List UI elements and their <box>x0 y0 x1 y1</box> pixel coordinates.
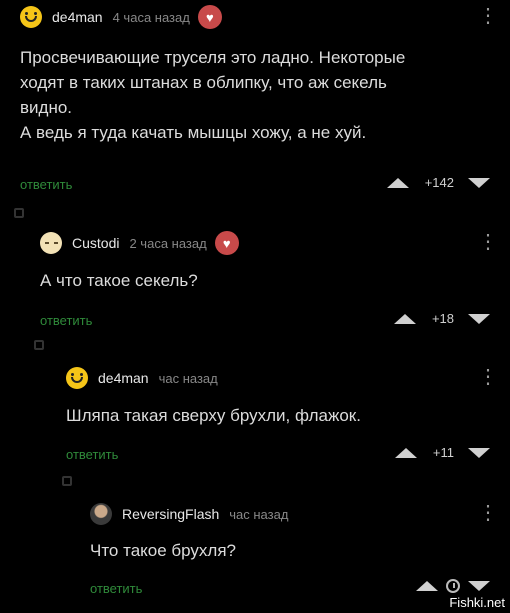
more-menu-icon[interactable]: ⋮ <box>478 232 498 252</box>
username[interactable]: de4man <box>52 9 103 25</box>
score: +18 <box>431 311 454 326</box>
avatar[interactable] <box>90 503 112 525</box>
comment-3: de4man час назад ⋮ Шляпа такая сверху бр… <box>66 363 498 463</box>
thread-collapse-icon[interactable] <box>34 340 44 350</box>
timestamp: час назад <box>158 370 218 386</box>
downvote-icon[interactable] <box>468 581 490 591</box>
comment-header: de4man час назад <box>66 363 218 393</box>
timestamp: час назад <box>229 506 289 522</box>
upvote-icon[interactable] <box>394 447 417 458</box>
comment-text: А что такое секель? <box>40 268 198 293</box>
clock-icon <box>446 579 460 593</box>
vote-controls <box>416 579 490 593</box>
text-line: Что такое брухля? <box>90 541 236 560</box>
text-line: Шляпа такая сверху брухли, флажок. <box>66 406 361 425</box>
more-menu-icon[interactable]: ⋮ <box>478 367 498 387</box>
downvote-icon[interactable] <box>468 313 490 324</box>
username[interactable]: de4man <box>98 370 149 386</box>
text-line: видно. <box>20 98 73 117</box>
score: +142 <box>424 175 454 190</box>
upvote-icon[interactable] <box>416 581 438 591</box>
text-line: Просвечивающие труселя это ладно. Некото… <box>20 48 406 67</box>
upvote-icon[interactable] <box>393 313 416 324</box>
avatar[interactable] <box>66 367 88 389</box>
thread-collapse-icon[interactable] <box>62 476 72 486</box>
comment-header: Custodi 2 часа назад ♥ <box>40 228 239 258</box>
comment-header: ReversingFlash час назад <box>90 499 288 529</box>
vote-controls: +18 <box>393 311 490 326</box>
award-badge-icon: ♥ <box>197 5 222 29</box>
avatar[interactable] <box>40 232 62 254</box>
thread-collapse-icon[interactable] <box>14 208 24 218</box>
text-line: А что такое секель? <box>40 271 198 290</box>
reply-button[interactable]: ответить <box>20 177 72 192</box>
reply-button[interactable]: ответить <box>40 313 92 328</box>
text-line: ходят в таких штанах в облипку, что аж с… <box>20 73 387 92</box>
avatar[interactable] <box>20 6 42 28</box>
vote-controls: +142 <box>386 175 490 190</box>
timestamp: 2 часа назад <box>129 235 207 251</box>
comment-4: ReversingFlash час назад ⋮ Что такое бру… <box>90 499 498 599</box>
comment-1: de4man 4 часа назад ♥ ⋮ Просвечивающие т… <box>20 2 498 197</box>
timestamp: 4 часа назад <box>112 9 190 25</box>
award-badge-icon: ♥ <box>214 231 239 255</box>
comment-text: Шляпа такая сверху брухли, флажок. <box>66 403 361 428</box>
comment-text: Просвечивающие труселя это ладно. Некото… <box>20 45 405 145</box>
username[interactable]: Custodi <box>72 235 119 251</box>
username[interactable]: ReversingFlash <box>122 506 219 522</box>
comment-text: Что такое брухля? <box>90 538 236 563</box>
downvote-icon[interactable] <box>468 177 490 188</box>
vote-controls: +11 <box>394 445 490 460</box>
reply-button[interactable]: ответить <box>66 447 118 462</box>
reply-button[interactable]: ответить <box>90 581 142 596</box>
more-menu-icon[interactable]: ⋮ <box>478 503 498 523</box>
comment-2: Custodi 2 часа назад ♥ ⋮ А что такое сек… <box>40 228 498 328</box>
more-menu-icon[interactable]: ⋮ <box>478 6 498 26</box>
comment-header: de4man 4 часа назад ♥ <box>20 2 222 32</box>
text-line: А ведь я туда качать мышцы хожу, а не ху… <box>20 123 367 142</box>
score: +11 <box>432 445 454 460</box>
watermark: Fishki.net <box>446 594 508 611</box>
upvote-icon[interactable] <box>386 177 409 188</box>
downvote-icon[interactable] <box>468 447 490 458</box>
